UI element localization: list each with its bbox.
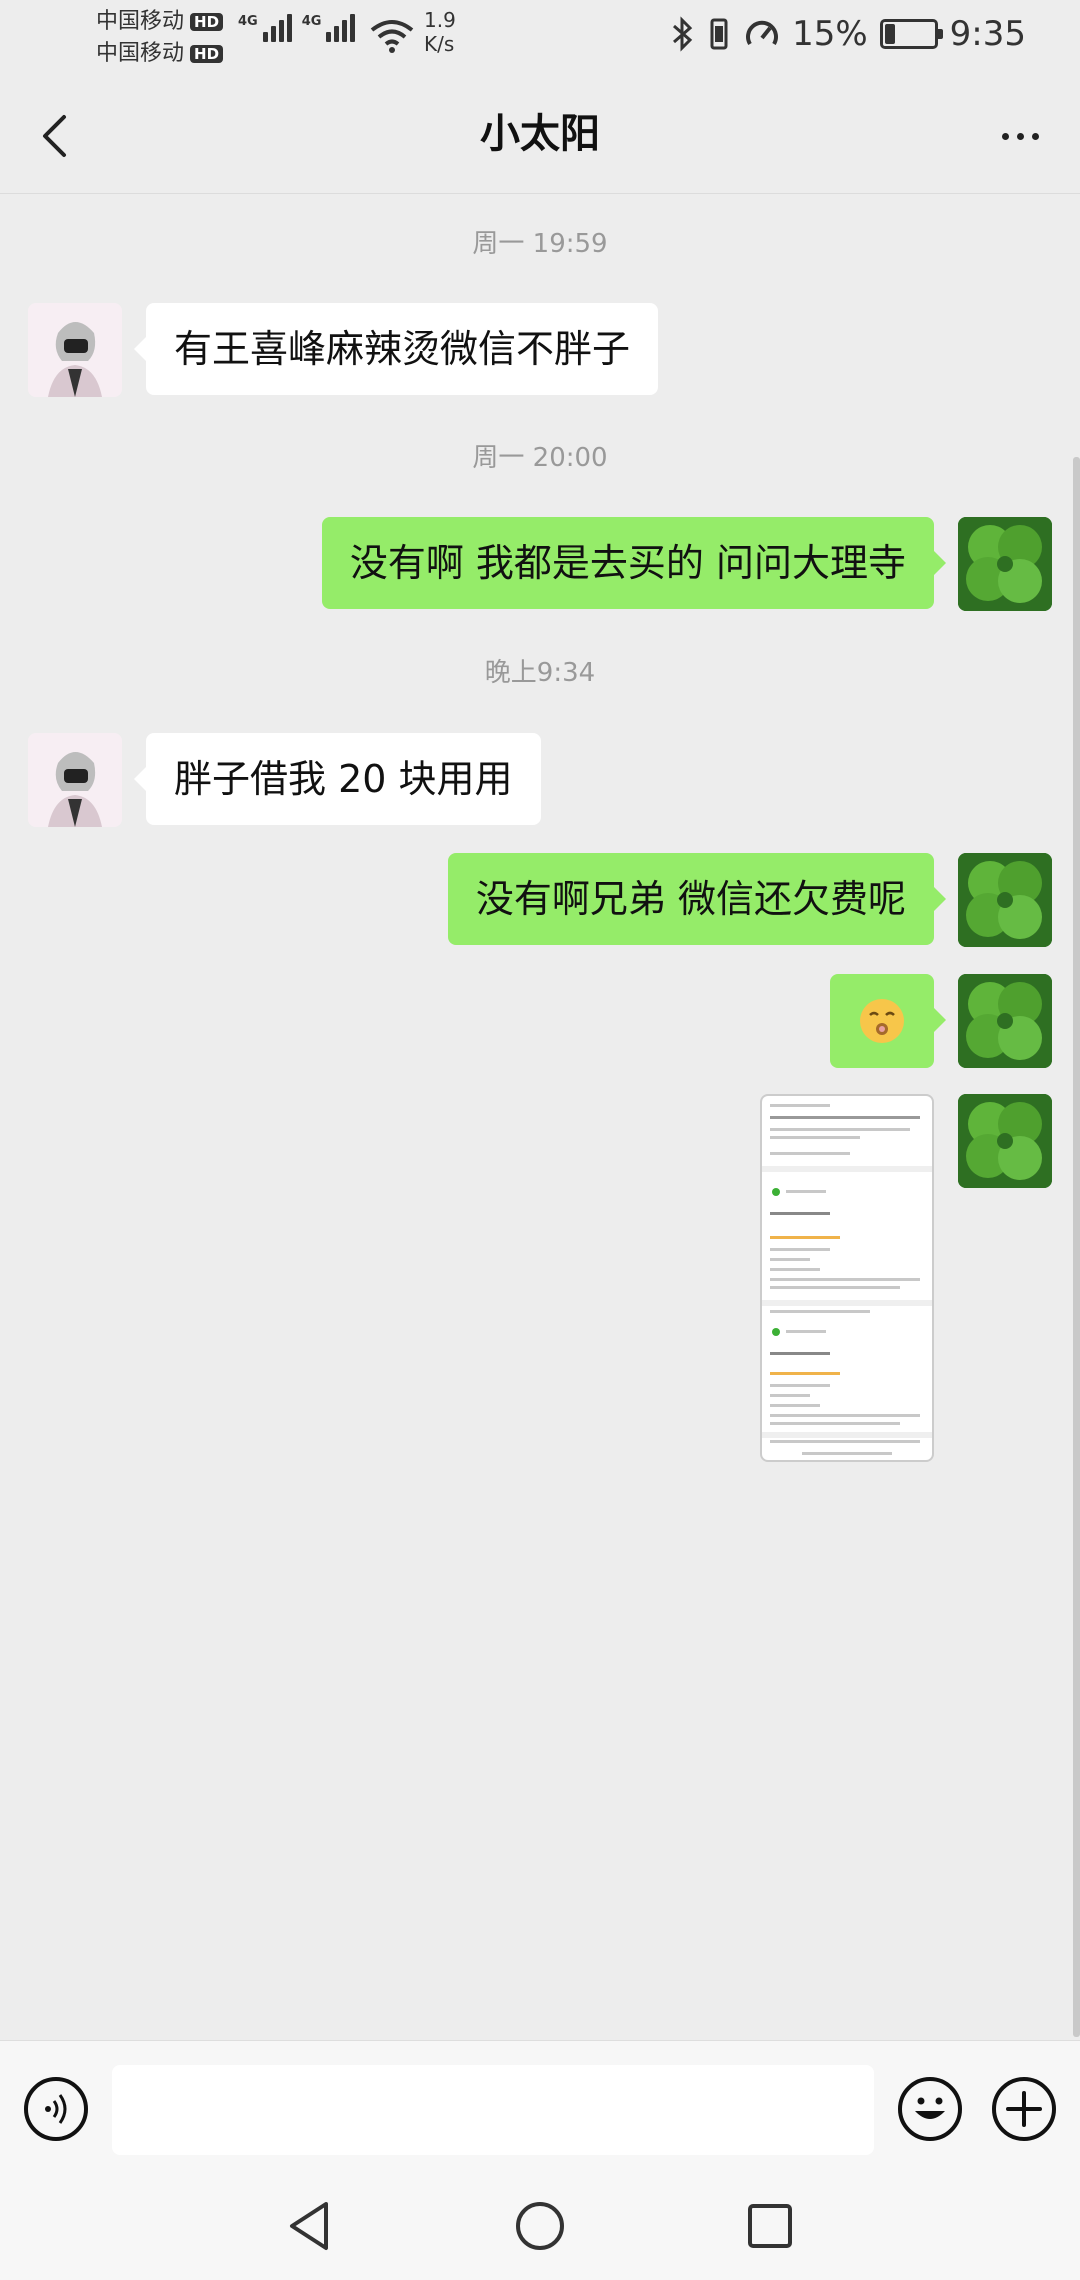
- voice-button[interactable]: [24, 2077, 88, 2141]
- signal-2-icon: 4G: [302, 14, 356, 42]
- status-right: 15% 9:35: [670, 14, 1026, 54]
- message-bubble-incoming[interactable]: 有王喜峰麻辣烫微信不胖子: [133, 303, 659, 395]
- contact-avatar[interactable]: [28, 303, 122, 397]
- bluetooth-icon: [673, 16, 693, 52]
- message-input[interactable]: [112, 2065, 874, 2155]
- my-avatar[interactable]: [958, 1094, 1052, 1188]
- hd-badge: HD: [190, 13, 224, 31]
- timestamp: 晚上9:34: [484, 658, 596, 688]
- network-speed: 1.9 K/s: [424, 8, 456, 56]
- vibrate-icon: [710, 18, 728, 50]
- input-bar: [0, 2040, 1080, 2170]
- speed-unit: K/s: [424, 32, 455, 56]
- my-avatar[interactable]: [958, 517, 1052, 611]
- carrier-info: 中国移动 HD 中国移动 HD: [96, 6, 224, 70]
- system-nav-bar: [0, 2170, 1080, 2280]
- square-recents-icon[interactable]: [740, 2196, 800, 2256]
- circle-home-icon[interactable]: [510, 2196, 570, 2256]
- carrier-1-label: 中国移动: [96, 9, 185, 34]
- wifi-icon: [370, 20, 414, 53]
- timestamp: 周一 19:59: [472, 229, 608, 259]
- battery-percent: 15%: [792, 14, 868, 54]
- my-avatar[interactable]: [958, 853, 1052, 947]
- chat-header: 小太阳: [0, 76, 1080, 194]
- triangle-back-icon[interactable]: [280, 2196, 340, 2256]
- status-bar: 中国移动 HD 中国移动 HD 4G 4G 1.9 K/s 15% 9:35: [0, 0, 1080, 76]
- message-bubble-outgoing[interactable]: 没有啊 我都是去买的 问问大理寺: [321, 517, 947, 609]
- battery-icon: [879, 19, 943, 49]
- voice-icon: [45, 2094, 67, 2124]
- message-bubble-incoming[interactable]: 胖子借我 20 块用用: [134, 733, 541, 825]
- signal-1-icon: 4G: [238, 14, 292, 42]
- chat-title: 小太阳: [480, 111, 600, 157]
- network-type-2: 4G: [301, 14, 322, 29]
- message-list[interactable]: 周一 19:59 有王喜峰麻辣烫微信不胖子 周一 20:00 没有啊 我都是去买…: [0, 195, 1080, 2040]
- status-clock: 9:35: [949, 14, 1026, 54]
- contact-avatar[interactable]: [28, 733, 122, 827]
- smiley-icon: [915, 2097, 945, 2119]
- carrier-2-label: 中国移动: [96, 41, 185, 66]
- emoji-button[interactable]: [898, 2077, 962, 2141]
- more-button[interactable]: [990, 116, 1050, 156]
- scrollbar[interactable]: [1073, 457, 1080, 2037]
- timestamp: 周一 20:00: [472, 443, 608, 473]
- hd-badge-2: HD: [190, 45, 224, 63]
- my-avatar[interactable]: [958, 974, 1052, 1068]
- more-functions-button[interactable]: [992, 2077, 1056, 2141]
- screenshot-image-message[interactable]: [760, 1094, 934, 1462]
- message-bubble-outgoing[interactable]: 没有啊兄弟 微信还欠费呢: [447, 853, 947, 945]
- network-type-1: 4G: [238, 14, 258, 29]
- kiss-emoji-icon: [860, 999, 904, 1043]
- plus-circle-icon: [1006, 2091, 1042, 2127]
- speedometer-icon: [746, 20, 778, 46]
- more-horizontal-icon: [1001, 132, 1009, 140]
- signal-indicators: 4G 4G: [238, 14, 356, 42]
- emoji-message-bubble[interactable]: [830, 974, 946, 1068]
- speed-value: 1.9: [424, 8, 456, 32]
